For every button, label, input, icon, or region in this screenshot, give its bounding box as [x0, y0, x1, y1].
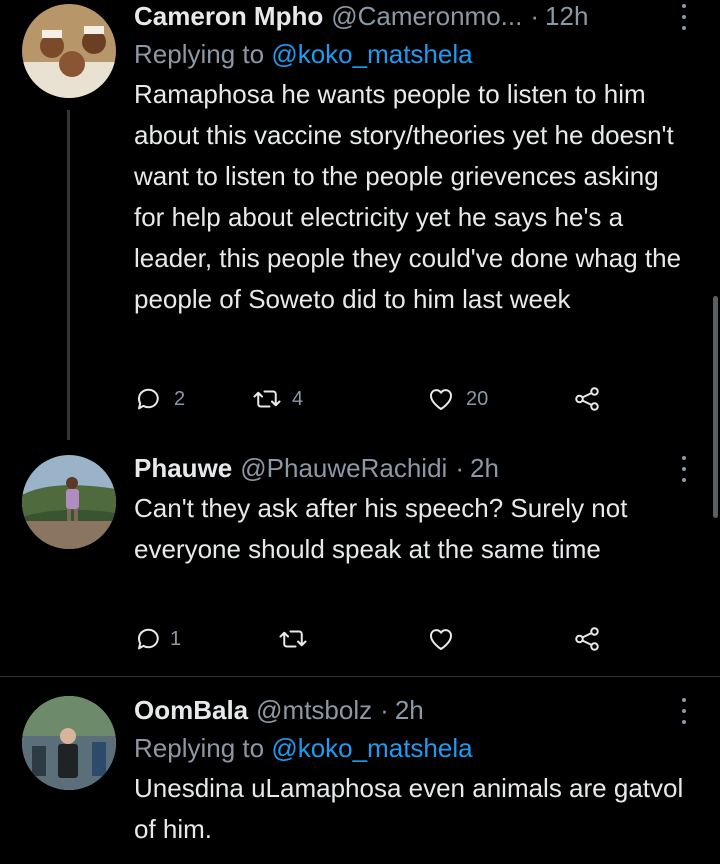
tweet-text: Can't they ask after his speech? Surely …	[134, 493, 628, 564]
timestamp[interactable]: 12h	[545, 0, 588, 32]
retweet-button[interactable]	[278, 624, 308, 654]
more-options-icon[interactable]	[678, 4, 690, 30]
mention-link[interactable]: @koko_matshela	[271, 39, 472, 69]
share-icon	[575, 627, 599, 651]
retweet-count: 4	[292, 387, 304, 410]
replying-to-label: Replying to	[134, 39, 265, 69]
timestamp[interactable]: 2h	[470, 452, 499, 484]
retweet-button[interactable]: 4	[252, 384, 303, 414]
reply-icon	[137, 628, 159, 650]
author-handle[interactable]: @Cameronmo...	[331, 0, 522, 32]
retweet-icon	[253, 390, 281, 408]
avatar[interactable]	[22, 696, 116, 790]
share-button[interactable]	[572, 624, 602, 654]
tweet-3[interactable]: OomBala @mtsbolz · 2h Replying to @koko_…	[0, 680, 720, 864]
author-handle[interactable]: @mtsbolz	[256, 694, 372, 726]
reply-count: 1	[170, 627, 182, 650]
replying-to: Replying to @koko_matshela	[134, 36, 690, 72]
scrollbar[interactable]	[713, 296, 718, 518]
like-button[interactable]: 20	[426, 384, 488, 414]
dot-separator: ·	[455, 453, 464, 483]
more-options-icon[interactable]	[678, 698, 690, 724]
share-button[interactable]	[572, 384, 602, 414]
dot-separator: ·	[380, 695, 389, 725]
retweet-icon	[279, 630, 307, 648]
replying-to-label: Replying to	[134, 733, 265, 763]
like-count: 20	[466, 387, 489, 410]
author-name[interactable]: OomBala	[134, 694, 248, 726]
reply-icon	[137, 388, 159, 410]
reply-button[interactable]: 1	[134, 624, 181, 654]
tweet-1[interactable]: Cameron Mpho @Cameronmo... · 12h Replyin…	[0, 0, 720, 440]
dot-separator: ·	[530, 1, 540, 31]
author-name[interactable]: Phauwe	[134, 452, 232, 484]
tweet-text: Unesdina uLamaphosa even animals are gat…	[134, 773, 684, 844]
tweet-text: Ramaphosa he wants people to listen to h…	[134, 79, 682, 314]
heart-icon	[430, 389, 452, 410]
author-handle[interactable]: @PhauweRachidi	[240, 452, 447, 484]
timestamp[interactable]: 2h	[395, 694, 424, 726]
like-button[interactable]	[426, 624, 456, 654]
avatar[interactable]	[22, 455, 116, 549]
thread-line	[67, 110, 70, 440]
replying-to: Replying to @koko_matshela	[134, 730, 690, 766]
reply-count: 2	[174, 387, 186, 410]
share-icon	[575, 387, 599, 411]
mention-link[interactable]: @koko_matshela	[271, 733, 472, 763]
more-options-icon[interactable]	[678, 456, 690, 482]
heart-icon	[430, 629, 452, 650]
avatar[interactable]	[22, 4, 116, 98]
author-name[interactable]: Cameron Mpho	[134, 0, 323, 32]
divider	[0, 676, 720, 677]
tweet-2[interactable]: Phauwe @PhauweRachidi · 2h Can't they as…	[0, 438, 720, 678]
reply-button[interactable]: 2	[134, 384, 185, 414]
